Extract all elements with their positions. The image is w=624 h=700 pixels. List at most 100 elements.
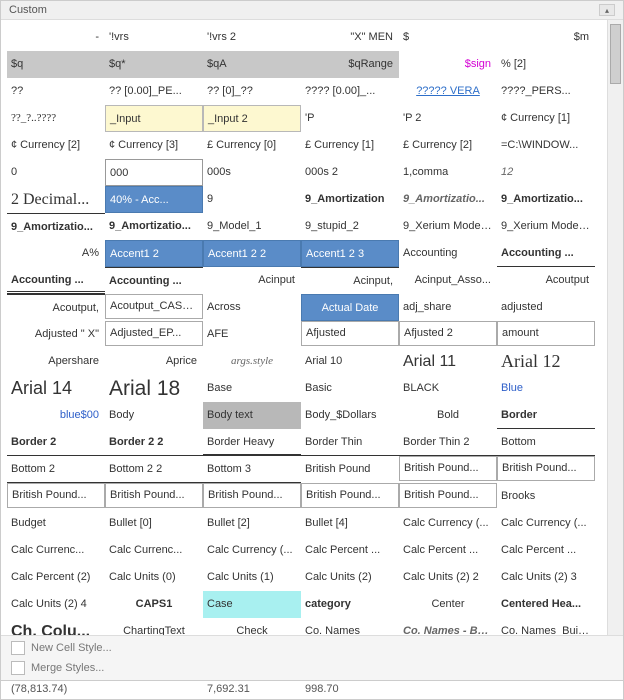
style-cell[interactable]: Calc Units (2) [301, 564, 399, 591]
style-cell[interactable]: 12 [497, 159, 595, 186]
style-cell[interactable]: 9_Model_1 [203, 213, 301, 240]
style-cell[interactable]: BLACK [399, 375, 497, 402]
style-cell[interactable]: £ Currency [0] [203, 132, 301, 159]
style-cell[interactable]: Bottom 3 [203, 456, 301, 483]
style-cell[interactable]: Bullet [2] [203, 510, 301, 537]
style-cell[interactable]: British Pound... [203, 483, 301, 508]
style-cell[interactable]: $ [399, 24, 497, 51]
style-cell[interactable]: ?? [0]_?? [203, 78, 301, 105]
style-cell[interactable]: 9_Amortizatio... [105, 213, 203, 240]
style-cell[interactable]: Accent1 2 3 [301, 240, 399, 267]
style-cell[interactable]: 9 [203, 186, 301, 213]
style-cell[interactable]: 9_Amortizatio... [399, 186, 497, 213]
style-cell[interactable]: adjusted [497, 294, 595, 321]
style-cell[interactable]: British Pound... [399, 456, 497, 481]
style-cell[interactable]: Bottom 2 2 [105, 456, 203, 483]
style-cell[interactable]: Co. Names_Buildup... [497, 618, 595, 635]
style-cell[interactable]: Bottom [497, 429, 595, 456]
style-cell[interactable]: A% [7, 240, 105, 267]
style-cell[interactable]: Actual Date [301, 294, 399, 321]
style-cell[interactable]: Accounting [399, 240, 497, 267]
style-cell[interactable]: 9_stupid_2 [301, 213, 399, 240]
style-cell[interactable]: - [7, 24, 105, 51]
style-cell[interactable]: args.style [203, 348, 301, 375]
style-cell[interactable]: blue$00 [7, 402, 105, 429]
style-cell[interactable]: Bottom 2 [7, 456, 105, 483]
style-cell[interactable]: 000s 2 [301, 159, 399, 186]
style-cell[interactable]: Border Thin 2 [399, 429, 497, 456]
style-cell[interactable]: Arial 14 [7, 375, 105, 402]
style-cell[interactable]: 9_Amortizatio... [7, 213, 105, 240]
scroll-up-button[interactable]: ▴ [599, 4, 615, 16]
style-cell[interactable]: ?? [7, 78, 105, 105]
style-cell[interactable]: Calc Percent (2) [7, 564, 105, 591]
style-cell[interactable]: $qA [203, 51, 301, 78]
style-cell[interactable]: CAPS1 [105, 591, 203, 618]
style-cell[interactable]: Arial 11 [399, 348, 497, 375]
style-cell[interactable]: Calc Currenc... [105, 537, 203, 564]
style-cell[interactable]: Basic [301, 375, 399, 402]
style-cell[interactable]: Bullet [4] [301, 510, 399, 537]
style-cell[interactable]: Calc Currency (... [203, 537, 301, 564]
style-cell[interactable]: $sign [399, 51, 497, 78]
style-cell[interactable]: Body text [203, 402, 301, 429]
style-cell[interactable]: Center [399, 591, 497, 618]
style-cell[interactable]: AFE [203, 321, 301, 348]
style-cell[interactable]: 000s [203, 159, 301, 186]
style-cell[interactable]: Calc Units (2) 2 [399, 564, 497, 591]
style-cell[interactable]: Check [203, 618, 301, 635]
style-cell[interactable]: 9_Amortization [301, 186, 399, 213]
style-cell[interactable]: _Input 2 [203, 105, 301, 132]
style-cell[interactable]: Calc Units (2) 3 [497, 564, 595, 591]
style-cell[interactable]: Accounting ... [7, 267, 105, 294]
scrollbar-thumb[interactable] [610, 24, 621, 84]
style-cell[interactable]: '!vrs [105, 24, 203, 51]
style-cell[interactable]: Centered Hea... [497, 591, 595, 618]
style-cell[interactable]: British Pound... [105, 483, 203, 508]
style-cell[interactable]: Brooks [497, 483, 595, 510]
new-cell-style-button[interactable]: New Cell Style... [1, 638, 623, 658]
style-cell[interactable]: ChartingText [105, 618, 203, 635]
style-cell[interactable]: Acinput, [301, 267, 399, 294]
style-cell[interactable]: Ch, Colu... [7, 618, 105, 635]
style-cell[interactable]: Arial 18 [105, 375, 203, 402]
merge-styles-button[interactable]: Merge Styles... [1, 658, 623, 678]
style-cell[interactable]: Apershare [7, 348, 105, 375]
style-cell[interactable]: £ Currency [1] [301, 132, 399, 159]
style-cell[interactable]: ¢ Currency [2] [7, 132, 105, 159]
style-cell[interactable]: $qRange [301, 51, 399, 78]
style-cell[interactable]: Accent1 2 2 [203, 240, 301, 267]
style-cell[interactable]: Acoutput [497, 267, 595, 294]
style-cell[interactable]: ???? [0.00]_... [301, 78, 399, 105]
style-cell[interactable]: Calc Currency (... [497, 510, 595, 537]
style-cell[interactable]: 'P 2 [399, 105, 497, 132]
style-cell[interactable]: $q* [105, 51, 203, 78]
style-cell[interactable]: '!vrs 2 [203, 24, 301, 51]
style-cell[interactable]: Calc Units (2) 4 [7, 591, 105, 618]
style-cell[interactable]: Calc Currency (... [399, 510, 497, 537]
style-cell[interactable]: ????? VERA [399, 78, 497, 105]
style-cell[interactable]: adj_share [399, 294, 497, 321]
style-cell[interactable]: Calc Percent ... [301, 537, 399, 564]
style-cell[interactable]: Border [497, 402, 595, 429]
style-cell[interactable]: ????_PERS... [497, 78, 595, 105]
style-cell[interactable]: % [2] [497, 51, 595, 78]
style-cell[interactable]: 9_Xerium Model ... [399, 213, 497, 240]
style-cell[interactable]: Border 2 2 [105, 429, 203, 456]
style-cell[interactable]: Body_$Dollars [301, 402, 399, 429]
style-cell[interactable]: Accounting ... [497, 240, 595, 267]
style-cell[interactable]: Bullet [0] [105, 510, 203, 537]
style-cell[interactable]: British Pound... [497, 456, 595, 481]
style-cell[interactable]: Afjusted [301, 321, 399, 346]
style-cell[interactable]: British Pound... [301, 483, 399, 508]
style-cell[interactable]: $m [497, 24, 595, 51]
style-cell[interactable]: Acinput [203, 267, 301, 294]
style-cell[interactable]: Calc Percent ... [497, 537, 595, 564]
style-cell[interactable]: _Input [105, 105, 203, 132]
style-cell[interactable]: British Pound... [399, 483, 497, 508]
style-cell[interactable]: Blue [497, 375, 595, 402]
style-cell[interactable]: Aprice [105, 348, 203, 375]
style-cell[interactable]: Base [203, 375, 301, 402]
style-cell[interactable]: Accounting ... [105, 267, 203, 294]
style-cell[interactable]: ??_?..???? [7, 105, 105, 132]
